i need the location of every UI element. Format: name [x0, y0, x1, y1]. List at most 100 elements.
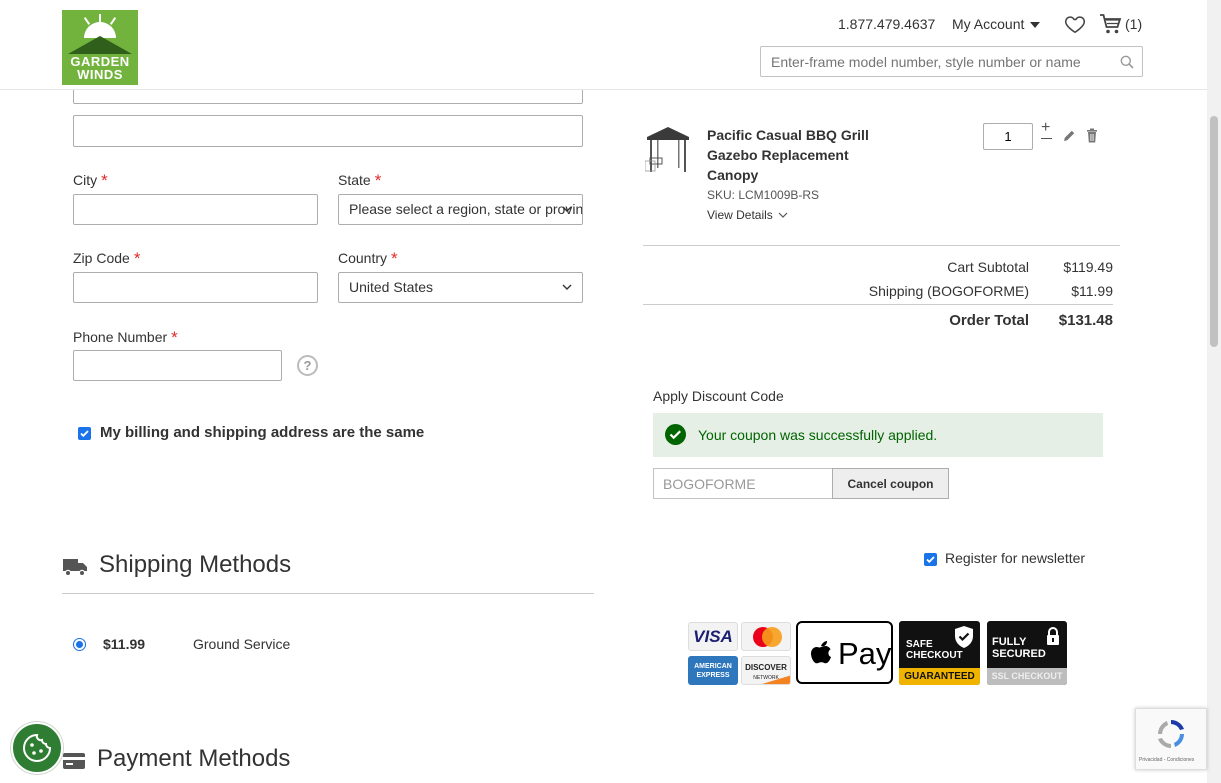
quantity-field[interactable] [983, 123, 1033, 150]
shipping-method-price: $11.99 [103, 636, 146, 652]
logo-gazebo-roof [68, 36, 132, 54]
shopping-cart-icon[interactable] [1099, 13, 1123, 35]
chevron-down-icon [562, 284, 572, 290]
my-account-menu[interactable]: My Account [952, 16, 1041, 32]
discover-text: DISCOVER [745, 663, 787, 672]
safe-line2: CHECKOUT [906, 650, 963, 661]
fully-secured-text: FULLY SECURED [992, 636, 1046, 660]
city-label-text: City [73, 172, 98, 188]
apple-pay-logo: Pay [796, 621, 893, 684]
logo-sun-ray [99, 14, 101, 22]
recaptcha-logo-icon [1158, 720, 1184, 748]
decrease-quantity-button[interactable] [1041, 138, 1052, 139]
billing-same-checkbox[interactable] [78, 427, 91, 440]
wishlist-heart-icon[interactable] [1064, 13, 1086, 35]
street-address-line-3-field[interactable] [73, 115, 583, 147]
apple-icon [811, 641, 831, 664]
phone-number-field[interactable] [73, 350, 282, 381]
payment-methods-title: Payment Methods [97, 745, 291, 772]
newsletter-checkbox[interactable] [924, 553, 937, 566]
my-account-label: My Account [952, 16, 1025, 32]
recaptcha-legal-links[interactable]: Privacidad - Condiciones [1139, 757, 1194, 763]
billing-same-label[interactable]: My billing and shipping address are the … [100, 424, 424, 441]
check-circle-icon [665, 424, 686, 445]
cart-item-count[interactable]: (1) [1125, 16, 1142, 32]
zip-label-text: Zip Code [73, 250, 130, 266]
truck-icon [63, 559, 87, 577]
state-select[interactable]: Please select a region, state or provinc… [338, 194, 583, 225]
safe-line1: SAFE [906, 639, 933, 650]
logo-sun-ray [109, 17, 117, 25]
cart-subtotal-value: $119.49 [1063, 259, 1113, 275]
checkmark-icon [926, 556, 935, 564]
required-asterisk: * [374, 171, 382, 190]
mastercard-logo [741, 622, 791, 651]
fully-secured-badge: FULLY SECURED SSL CHECKOUT [987, 621, 1067, 685]
site-search [760, 46, 1143, 77]
garden-winds-logo[interactable]: GARDEN WINDS [62, 10, 138, 85]
zip-code-field[interactable] [73, 272, 318, 303]
country-label-text: Country [338, 250, 388, 266]
gazebo-product-image[interactable] [645, 124, 691, 174]
country-select[interactable]: United States [338, 272, 583, 303]
city-field[interactable] [73, 194, 318, 225]
search-input[interactable] [771, 47, 1111, 76]
coupon-success-message: Your coupon was successfully applied. [653, 413, 1103, 457]
chevron-down-icon [778, 212, 788, 218]
chevron-down-icon [562, 206, 572, 212]
ground-service-radio[interactable] [73, 638, 86, 651]
padlock-icon [1047, 627, 1059, 645]
credit-card-icon [63, 753, 85, 769]
scrollbar-thumb[interactable] [1210, 116, 1218, 347]
safe-checkout-badge: SAFE CHECKOUT GUARANTEED [899, 621, 980, 685]
city-label: City * [73, 170, 108, 190]
guaranteed-bar: GUARANTEED [899, 668, 980, 685]
cookie-settings-button[interactable] [11, 722, 63, 774]
phone-number-link[interactable]: 1.877.479.4637 [838, 16, 935, 32]
shipping-total-value: $11.99 [1071, 283, 1113, 299]
phone-number-label: Phone Number * [73, 327, 178, 347]
totals-divider [643, 304, 1113, 305]
safe-checkout-text: SAFE CHECKOUT [906, 639, 963, 661]
ssl-checkout-bar: SSL CHECKOUT [987, 668, 1067, 685]
product-sku: SKU: LCM1009B-RS [707, 188, 820, 202]
phone-label-text: Phone Number [73, 329, 168, 345]
required-asterisk: * [171, 328, 178, 347]
cancel-coupon-button[interactable]: Cancel coupon [832, 468, 949, 499]
search-icon[interactable] [1120, 55, 1134, 69]
trash-icon[interactable] [1086, 128, 1098, 143]
product-name[interactable]: Pacific Casual BBQ Grill Gazebo Replacem… [707, 125, 887, 185]
state-select-value: Please select a region, state or provinc… [349, 201, 583, 217]
caret-down-icon [1030, 22, 1041, 29]
cart-subtotal-label: Cart Subtotal [947, 259, 1029, 275]
coupon-code-field[interactable] [653, 468, 833, 499]
recaptcha-badge[interactable]: Privacidad - Condiciones [1135, 708, 1207, 770]
state-label: State * [338, 170, 381, 190]
site-header: GARDEN WINDS 1.877.479.4637 My Account (… [0, 0, 1207, 90]
summary-divider [643, 245, 1120, 246]
checkmark-icon [80, 430, 89, 438]
view-details-toggle[interactable]: View Details [707, 208, 788, 222]
help-question-icon[interactable]: ? [297, 355, 318, 376]
logo-sun-ray [83, 17, 91, 25]
view-details-label: View Details [707, 208, 773, 222]
required-asterisk: * [133, 249, 141, 268]
increase-quantity-button[interactable]: + [1041, 120, 1050, 136]
apply-discount-code-toggle[interactable]: Apply Discount Code [653, 388, 784, 404]
apple-pay-text: Pay [838, 636, 892, 671]
visa-logo: VISA [688, 622, 738, 651]
shipping-total-label: Shipping (BOGOFORME) [868, 283, 1029, 299]
shipping-method-name: Ground Service [193, 636, 291, 652]
discover-sub-text: NETWORK [753, 675, 779, 681]
success-message-text: Your coupon was successfully applied. [698, 427, 938, 443]
cookie-icon [23, 733, 52, 762]
shipping-methods-title: Shipping Methods [99, 551, 292, 578]
order-total-value: $131.48 [1058, 312, 1113, 329]
country-label: Country * [338, 248, 398, 268]
section-divider [62, 593, 594, 594]
pencil-edit-icon[interactable] [1062, 129, 1076, 143]
newsletter-label[interactable]: Register for newsletter [945, 550, 1085, 566]
order-total-label: Order Total [949, 312, 1029, 329]
american-express-logo: AMERICAN EXPRESS [688, 656, 738, 685]
required-asterisk: * [391, 249, 398, 268]
